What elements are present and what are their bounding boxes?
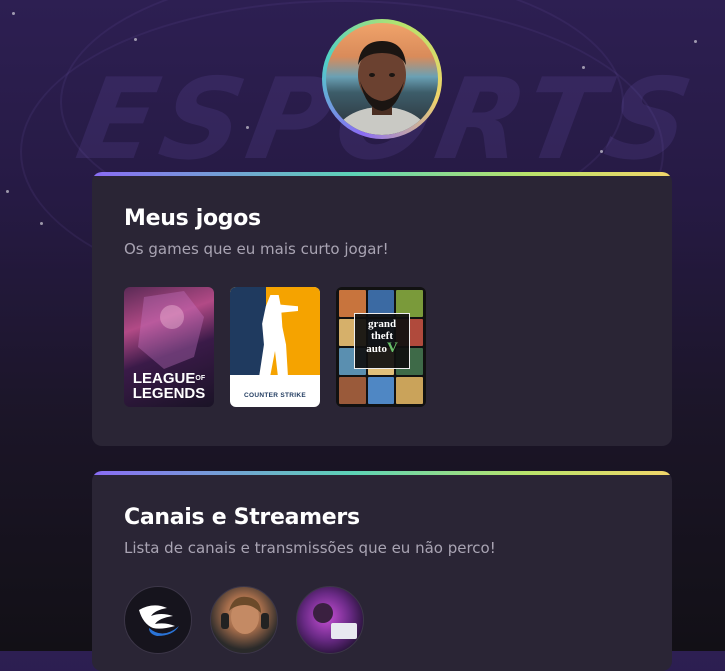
- star: [40, 222, 43, 225]
- games-card-subtitle: Os games que eu mais curto jogar!: [124, 240, 389, 258]
- star: [12, 12, 15, 15]
- avatar-illustration: [336, 41, 428, 135]
- games-card: Meus jogos Os games que eu mais curto jo…: [92, 172, 672, 446]
- games-card-title: Meus jogos: [124, 206, 261, 231]
- channel-avatar-1[interactable]: [124, 586, 192, 654]
- streamers-card-title: Canais e Streamers: [124, 505, 360, 530]
- lol-logo-text: LEAGUEOF LEGENDS: [132, 370, 206, 402]
- streamers-card-subtitle: Lista de canais e transmissões que eu nã…: [124, 539, 496, 557]
- streamer-photo-3: [313, 603, 357, 639]
- channel-avatar-2[interactable]: [210, 586, 278, 654]
- star: [134, 38, 137, 41]
- avatar: [326, 23, 438, 135]
- star: [6, 190, 9, 193]
- star: [600, 150, 603, 153]
- star: [246, 126, 249, 129]
- cs-logo-text: COUNTER STRIKE: [244, 392, 306, 399]
- game-cover-counter-strike[interactable]: COUNTER STRIKE: [230, 287, 320, 407]
- star: [694, 40, 697, 43]
- game-cover-league-of-legends[interactable]: LEAGUEOF LEGENDS: [124, 287, 214, 407]
- game-cover-gta-v[interactable]: grand theft autoV: [336, 287, 426, 407]
- winged-logo-icon: [139, 605, 179, 636]
- streamer-photo-2: [221, 596, 269, 634]
- star: [582, 66, 585, 69]
- profile-avatar: [322, 19, 442, 139]
- gta-logo: grand theft autoV: [354, 313, 410, 369]
- channel-avatar-3[interactable]: [296, 586, 364, 654]
- streamers-card: Canais e Streamers Lista de canais e tra…: [92, 471, 672, 671]
